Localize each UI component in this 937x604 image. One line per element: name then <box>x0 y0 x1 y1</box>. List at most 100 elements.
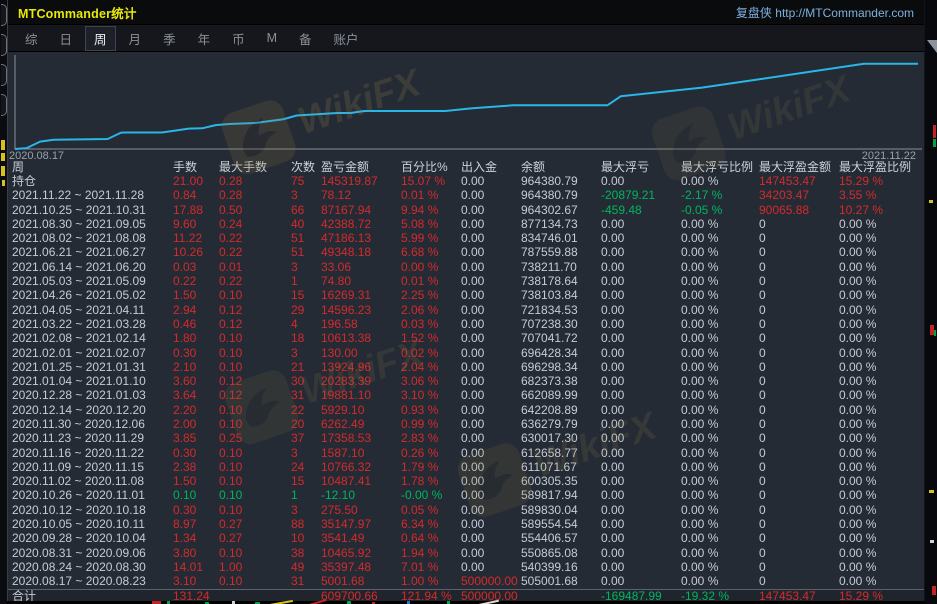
table-cell: 0 <box>759 547 839 560</box>
table-row[interactable]: 2020.10.12 ~ 2020.10.180.300.103275.500.… <box>8 503 924 517</box>
menu-item-日[interactable]: 日 <box>51 26 82 51</box>
table-cell: 6.68 % <box>401 246 461 259</box>
table-cell: 964380.79 <box>521 175 601 188</box>
table-cell: 0.24 <box>219 218 291 231</box>
menu-item-账户[interactable]: 账户 <box>325 26 368 51</box>
table-cell: 630017.30 <box>521 432 601 445</box>
equity-curve-svg <box>8 52 924 160</box>
table-cell: 3541.49 <box>321 532 401 545</box>
table-row[interactable]: 2020.11.16 ~ 2020.11.220.300.1031587.100… <box>8 446 924 460</box>
table-cell: 2.10 <box>173 361 219 374</box>
table-row[interactable]: 2020.08.17 ~ 2020.08.233.100.10315001.68… <box>8 575 924 589</box>
table-cell: 0.00 <box>461 532 521 545</box>
table-cell: 2.00 <box>173 418 219 431</box>
table-cell: 0.00 <box>601 475 681 488</box>
table-row[interactable]: 2020.10.05 ~ 2020.10.118.970.278835147.9… <box>8 517 924 531</box>
background-chart-fragment <box>929 200 933 203</box>
table-cell: 14.01 <box>173 561 219 574</box>
menu-item-月[interactable]: 月 <box>120 26 151 51</box>
table-row[interactable]: 2021.06.14 ~ 2021.06.200.030.01333.060.0… <box>8 260 924 274</box>
table-row[interactable]: 2020.09.28 ~ 2020.10.041.340.27103541.49… <box>8 532 924 546</box>
table-row[interactable]: 2021.11.22 ~ 2021.11.280.840.28378.120.0… <box>8 189 924 203</box>
table-cell: 589830.04 <box>521 504 601 517</box>
table-cell: 18 <box>291 332 321 345</box>
background-candle-fragment <box>932 586 936 595</box>
table-row[interactable]: 2020.11.09 ~ 2020.11.152.380.102410766.3… <box>8 460 924 474</box>
table-cell: 34203.47 <box>759 189 839 202</box>
table-cell: 2020.08.17 ~ 2020.08.23 <box>12 575 173 588</box>
table-cell: 0.30 <box>173 347 219 360</box>
table-row[interactable]: 2020.12.28 ~ 2021.01.033.640.123119881.1… <box>8 389 924 403</box>
table-cell: 0.10 <box>219 461 291 474</box>
table-row[interactable]: 2020.11.02 ~ 2020.11.081.500.101510487.4… <box>8 475 924 489</box>
menu-item-周[interactable]: 周 <box>85 26 116 51</box>
table-cell: 2021.11.22 ~ 2021.11.28 <box>12 189 173 202</box>
table-cell: 0.00 % <box>681 432 759 445</box>
table-cell: 0.00 % <box>839 504 924 517</box>
table-row[interactable]: 2021.01.04 ~ 2021.01.103.600.123020283.3… <box>8 374 924 388</box>
table-cell: 0.00 <box>461 218 521 231</box>
table-cell: 0 <box>759 232 839 245</box>
table-cell: 0.00 <box>601 504 681 517</box>
table-cell: 持仓 <box>12 175 173 188</box>
table-row[interactable]: 2021.10.25 ~ 2021.10.3117.880.506687167.… <box>8 203 924 217</box>
table-row[interactable]: 2021.04.05 ~ 2021.04.112.940.122914596.2… <box>8 303 924 317</box>
table-cell: 75 <box>291 175 321 188</box>
table-row[interactable]: 2021.08.02 ~ 2021.08.0811.220.225147186.… <box>8 231 924 245</box>
table-cell: 35147.97 <box>321 518 401 531</box>
table-cell: 2020.10.12 ~ 2020.10.18 <box>12 504 173 517</box>
table-row[interactable]: 2021.01.25 ~ 2021.01.312.100.102113924.9… <box>8 360 924 374</box>
menu-item-季[interactable]: 季 <box>154 26 185 51</box>
table-row[interactable]: 2020.12.14 ~ 2020.12.202.200.10225929.10… <box>8 403 924 417</box>
menu-item-年[interactable]: 年 <box>189 26 220 51</box>
table-row[interactable]: 2021.05.03 ~ 2021.05.090.220.22174.800.0… <box>8 274 924 288</box>
table-cell: 0.00 % <box>681 561 759 574</box>
table-cell: 2020.08.24 ~ 2020.08.30 <box>12 561 173 574</box>
table-cell: 9.60 <box>173 218 219 231</box>
table-cell: 5001.68 <box>321 575 401 588</box>
table-cell: 0 <box>759 532 839 545</box>
table-cell: 0.10 <box>219 332 291 345</box>
table-row[interactable]: 2020.11.23 ~ 2020.11.293.850.253717358.5… <box>8 432 924 446</box>
table-cell: 0.00 % <box>681 232 759 245</box>
menu-item-备[interactable]: 备 <box>290 26 321 51</box>
table-row[interactable]: 2021.03.22 ~ 2021.03.280.460.124196.580.… <box>8 317 924 331</box>
table-cell: 29 <box>291 304 321 317</box>
table-cell: 0.00 % <box>839 246 924 259</box>
menu-item-综[interactable]: 综 <box>16 26 47 51</box>
table-row[interactable]: 2021.02.08 ~ 2021.02.141.800.101810613.3… <box>8 332 924 346</box>
table-cell: 0 <box>759 332 839 345</box>
table-row[interactable]: 2020.10.26 ~ 2020.11.010.100.101-12.10-0… <box>8 489 924 503</box>
table-cell: 0.28 <box>219 175 291 188</box>
table-cell: 0.00 <box>601 532 681 545</box>
table-row[interactable]: 2020.08.24 ~ 2020.08.3014.011.004935397.… <box>8 560 924 574</box>
table-row[interactable]: 2020.11.30 ~ 2020.12.062.000.10206262.49… <box>8 417 924 431</box>
table-cell: 0 <box>759 347 839 360</box>
table-cell: 0.00 <box>601 518 681 531</box>
table-cell: 0.12 <box>219 318 291 331</box>
table-row[interactable]: 2021.08.30 ~ 2021.09.059.600.244042388.7… <box>8 217 924 231</box>
table-cell: 0.00 <box>461 389 521 402</box>
brand-name: 复盘侠 <box>736 6 772 20</box>
background-candle-fragment <box>933 139 936 147</box>
table-row[interactable]: 2021.06.21 ~ 2021.06.2710.260.225149348.… <box>8 246 924 260</box>
table-cell: 0.10 <box>173 489 219 502</box>
table-cell: 6262.49 <box>321 418 401 431</box>
brand-link[interactable]: 复盘侠 http://MTCommander.com <box>736 4 914 21</box>
table-row[interactable]: 2021.02.01 ~ 2021.02.070.300.103130.000.… <box>8 346 924 360</box>
table-row[interactable]: 持仓21.000.2875145319.8715.07 %0.00964380.… <box>8 174 924 188</box>
menu-item-币[interactable]: 币 <box>223 26 254 51</box>
table-cell: 0.00 <box>601 275 681 288</box>
table-header-row: 周手数最大手数次数盈亏金额百分比%出入金余额最大浮亏最大浮亏比例最大浮盈金额最大… <box>8 160 924 174</box>
table-cell: 738178.64 <box>521 275 601 288</box>
menu-item-M[interactable]: M <box>258 28 286 48</box>
table-row[interactable]: 2021.04.26 ~ 2021.05.021.500.101516269.3… <box>8 289 924 303</box>
table-cell: 0 <box>759 561 839 574</box>
table-cell: 0.00 <box>601 461 681 474</box>
table-cell: 0.00 <box>461 561 521 574</box>
table-cell: 0.22 <box>219 246 291 259</box>
column-header: 最大浮盈比例 <box>839 161 924 174</box>
table-cell: 49 <box>291 561 321 574</box>
table-cell: 2.38 <box>173 461 219 474</box>
table-row[interactable]: 2020.08.31 ~ 2020.09.063.800.103810465.9… <box>8 546 924 560</box>
